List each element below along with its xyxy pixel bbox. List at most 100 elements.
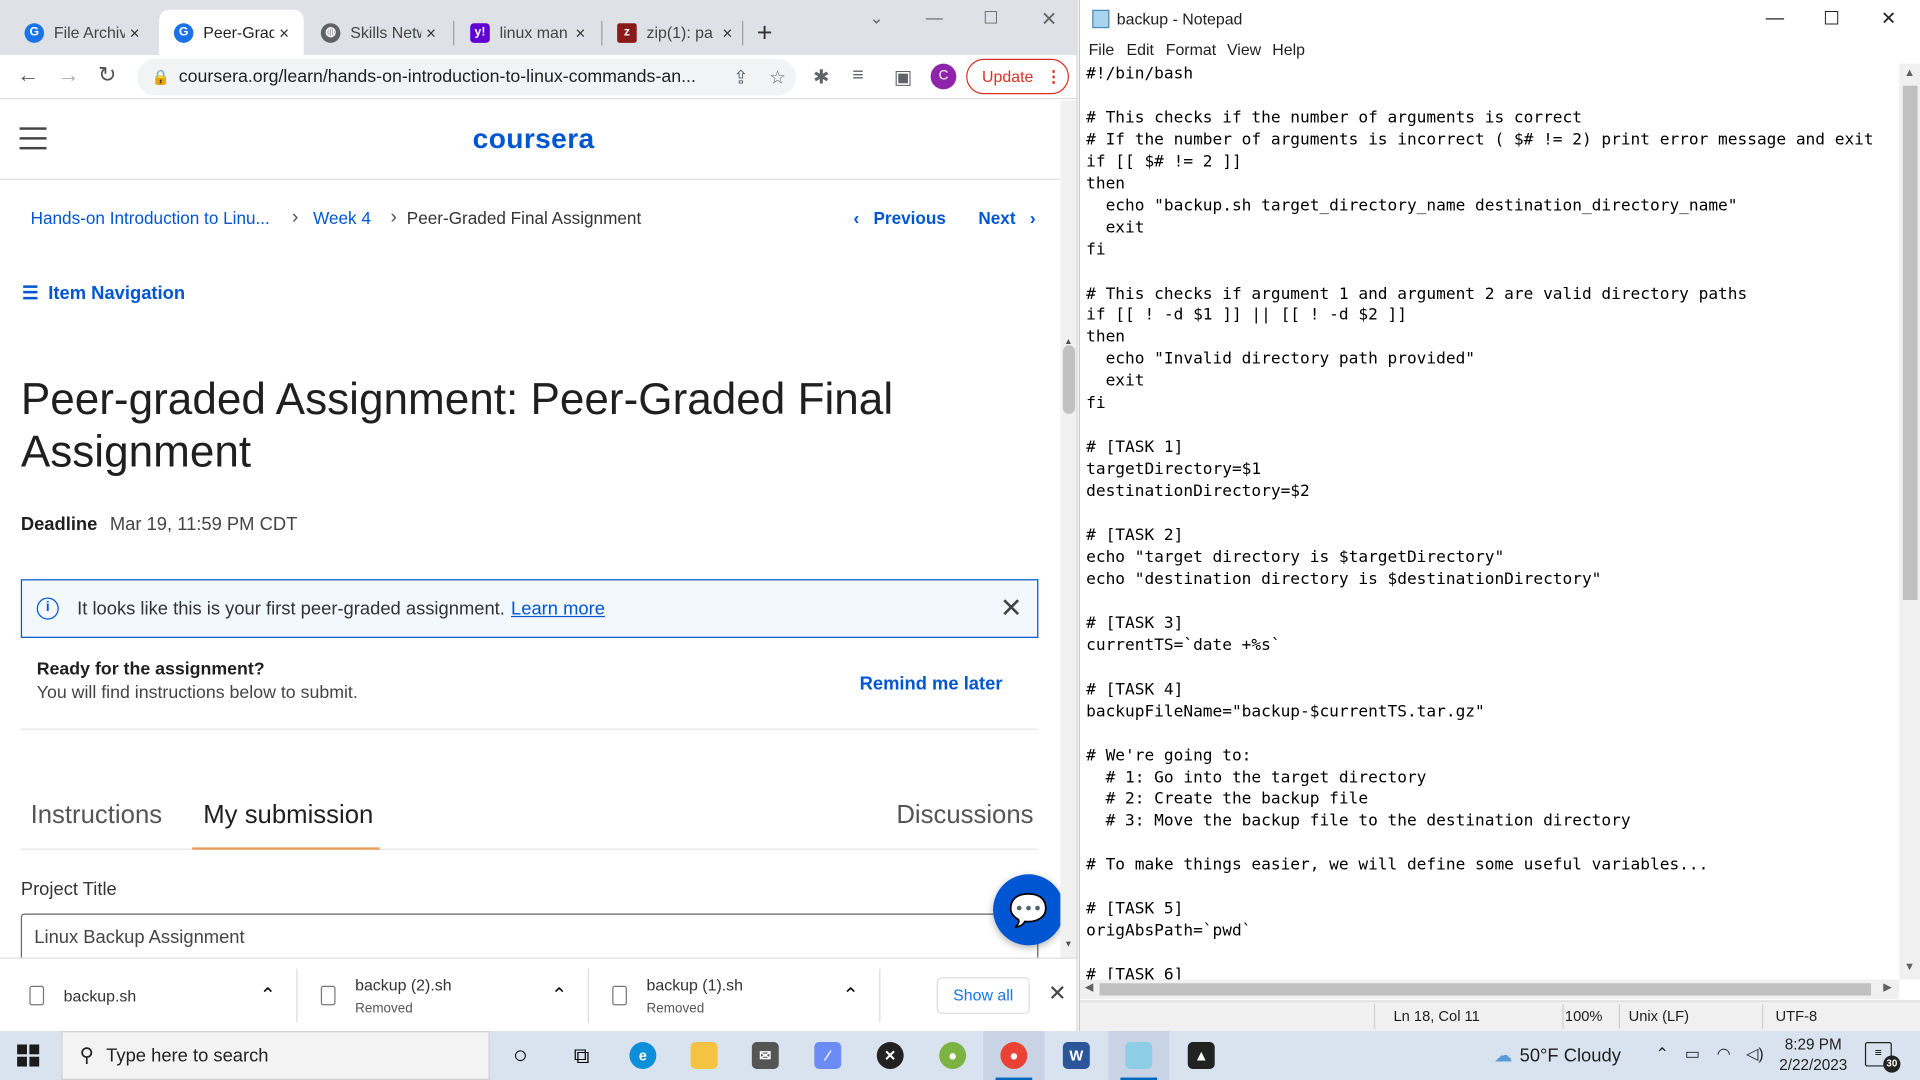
- breadcrumb-course-link[interactable]: Hands-on Introduction to Linu...: [31, 208, 270, 228]
- show-all-button[interactable]: Show all: [936, 977, 1030, 1014]
- vertical-scrollbar[interactable]: ▲ ▼: [1899, 63, 1920, 980]
- text-editor[interactable]: #!/bin/bash # This checks if the number …: [1080, 64, 1899, 980]
- clock[interactable]: 8:29 PM 2/22/2023: [1779, 1035, 1847, 1077]
- scrollbar-thumb[interactable]: [1062, 345, 1076, 414]
- deadline: Deadline Mar 19, 11:59 PM CDT: [21, 514, 298, 535]
- share-icon[interactable]: ⇪: [722, 66, 759, 88]
- hamburger-menu-icon[interactable]: [19, 127, 47, 156]
- breadcrumb-week-link[interactable]: Week 4: [313, 208, 371, 228]
- chevron-up-icon[interactable]: ⌃: [260, 959, 276, 1031]
- scroll-down-arrow-icon[interactable]: ▼: [1904, 960, 1915, 972]
- update-button[interactable]: Update ⋮: [966, 58, 1069, 95]
- tab-divider: [742, 20, 744, 46]
- notification-icon[interactable]: ≡ 30: [1864, 1042, 1901, 1073]
- minimize-icon[interactable]: —: [926, 7, 943, 27]
- tab-instructions[interactable]: Instructions: [31, 801, 162, 830]
- scrollbar-thumb[interactable]: [1099, 983, 1872, 996]
- close-tab-icon[interactable]: ×: [274, 23, 294, 43]
- bookmark-star-icon[interactable]: ☆: [759, 66, 796, 88]
- browser-tab[interactable]: y! linux man ×: [456, 10, 600, 55]
- taskbar-search[interactable]: ⚲ Type here to search: [61, 1031, 490, 1080]
- photos-icon[interactable]: ▲: [1171, 1031, 1232, 1080]
- notepad-icon[interactable]: [1108, 1031, 1170, 1080]
- close-window-icon[interactable]: ✕: [1881, 7, 1896, 30]
- maximize-icon[interactable]: ☐: [1823, 7, 1839, 30]
- scroll-right-arrow-icon[interactable]: ▶: [1883, 981, 1891, 994]
- item-navigation-toggle[interactable]: ☰ Item Navigation: [22, 282, 185, 304]
- cortana-icon[interactable]: ○: [490, 1031, 551, 1080]
- close-tab-icon[interactable]: ×: [718, 23, 738, 43]
- chevron-up-icon[interactable]: ⌃: [1656, 1044, 1669, 1064]
- tab-my-submission[interactable]: My submission: [203, 801, 373, 830]
- chat-bubble-icon[interactable]: 💬: [993, 874, 1061, 946]
- download-item[interactable]: backup (1).sh Removed: [612, 959, 743, 1031]
- profile-avatar[interactable]: C: [930, 63, 957, 90]
- next-button[interactable]: Next ›: [978, 208, 1035, 228]
- task-view-icon[interactable]: ⧉: [551, 1031, 612, 1080]
- edge-icon[interactable]: e: [612, 1031, 673, 1080]
- close-icon[interactable]: ✕: [1048, 981, 1066, 1007]
- weather-widget[interactable]: ☁ 50°F Cloudy: [1493, 1044, 1621, 1067]
- editor-content[interactable]: #!/bin/bash # This checks if the number …: [1080, 64, 1899, 980]
- next-label: Next: [978, 208, 1016, 228]
- download-item[interactable]: backup.sh: [29, 959, 136, 1031]
- maximize-icon[interactable]: ☐: [983, 7, 998, 28]
- page-scrollbar[interactable]: ▲ ▼: [1060, 100, 1077, 958]
- close-tab-icon[interactable]: ×: [571, 23, 591, 43]
- extensions-icon[interactable]: ✱: [813, 65, 829, 89]
- tab-title: Skills Netw: [350, 23, 422, 42]
- address-bar[interactable]: 🔒 coursera.org/learn/hands-on-introducti…: [137, 58, 796, 96]
- close-window-icon[interactable]: ✕: [1041, 7, 1057, 31]
- previous-button[interactable]: ‹ Previous: [853, 208, 945, 228]
- menu-view[interactable]: View: [1227, 40, 1261, 58]
- breadcrumb-current: Peer-Graded Final Assignment: [406, 208, 642, 228]
- volume-icon[interactable]: ◁): [1746, 1044, 1764, 1064]
- menu-format[interactable]: Format: [1166, 40, 1216, 58]
- reload-icon[interactable]: ↻: [98, 62, 116, 88]
- coursera-logo[interactable]: coursera: [473, 122, 595, 155]
- cloud-icon: ☁: [1493, 1045, 1513, 1067]
- tab-search-icon[interactable]: ⌄: [869, 7, 883, 28]
- power-automate-icon[interactable]: ⁄: [797, 1031, 858, 1080]
- download-item[interactable]: backup (2).sh Removed: [320, 959, 452, 1031]
- new-tab-button[interactable]: +: [757, 17, 773, 49]
- minimize-icon[interactable]: —: [1766, 7, 1784, 28]
- file-explorer-icon[interactable]: [673, 1031, 734, 1080]
- zoom-level: 100%: [1564, 1007, 1603, 1025]
- close-tab-icon[interactable]: ×: [421, 23, 441, 43]
- chevron-up-icon[interactable]: ⌃: [551, 959, 567, 1031]
- browser-tab-active[interactable]: G Peer-Grad ×: [159, 9, 304, 56]
- app-icon[interactable]: ●: [922, 1031, 983, 1080]
- project-title-input[interactable]: Linux Backup Assignment: [20, 913, 1039, 958]
- scroll-left-arrow-icon[interactable]: ◀: [1085, 981, 1093, 994]
- more-menu-icon[interactable]: ⋮: [1046, 67, 1062, 87]
- forward-arrow-icon[interactable]: →: [58, 62, 80, 88]
- remind-me-later-button[interactable]: Remind me later: [860, 673, 1003, 694]
- close-tab-icon[interactable]: ×: [125, 23, 145, 43]
- horizontal-scrollbar[interactable]: ◀ ▶: [1080, 979, 1900, 1000]
- url-text[interactable]: coursera.org/learn/hands-on-introduction…: [179, 67, 723, 87]
- browser-tab[interactable]: ◍ Skills Netw ×: [306, 10, 450, 55]
- wifi-icon[interactable]: ◠: [1717, 1044, 1731, 1064]
- side-panel-icon[interactable]: ▣: [894, 65, 913, 89]
- learn-more-link[interactable]: Learn more: [511, 598, 605, 619]
- mail-icon[interactable]: ✉: [735, 1031, 796, 1080]
- battery-icon[interactable]: ▭: [1685, 1044, 1700, 1064]
- tab-discussions[interactable]: Discussions: [896, 801, 1033, 830]
- word-icon[interactable]: W: [1046, 1031, 1107, 1080]
- back-arrow-icon[interactable]: ←: [17, 62, 39, 88]
- menu-help[interactable]: Help: [1272, 40, 1305, 58]
- close-icon[interactable]: ✕: [1000, 593, 1023, 625]
- browser-tab[interactable]: G File Archiv ×: [10, 10, 154, 55]
- menu-edit[interactable]: Edit: [1127, 40, 1154, 58]
- chevron-up-icon[interactable]: ⌃: [842, 959, 858, 1031]
- windows-start-icon[interactable]: [17, 1044, 40, 1067]
- scroll-down-arrow-icon[interactable]: ▼: [1064, 940, 1072, 949]
- chrome-icon[interactable]: ●: [983, 1031, 1045, 1080]
- scrollbar-thumb[interactable]: [1902, 85, 1918, 601]
- scroll-up-arrow-icon[interactable]: ▲: [1904, 66, 1915, 78]
- media-control-icon[interactable]: ≡: [852, 65, 863, 87]
- menu-file[interactable]: File: [1089, 40, 1115, 58]
- xbox-icon[interactable]: ✕: [860, 1031, 921, 1080]
- browser-tab[interactable]: z zip(1): pa ×: [602, 10, 746, 55]
